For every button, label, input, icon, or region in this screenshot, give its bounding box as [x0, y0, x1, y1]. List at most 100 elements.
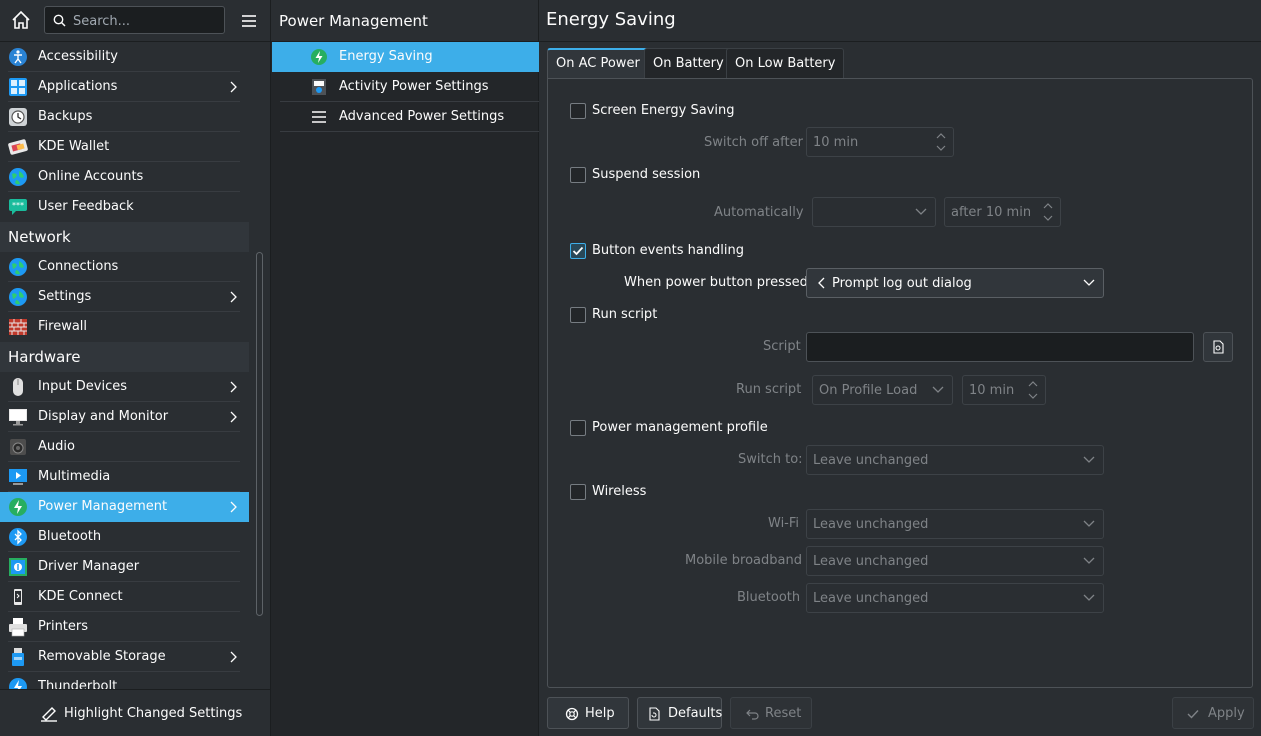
browse-script-button[interactable]	[1203, 332, 1233, 362]
sidebar-item-driver-manager[interactable]: Driver Manager	[0, 552, 249, 582]
run-script-trigger-dropdown[interactable]: On Profile Load	[812, 375, 953, 405]
search-field[interactable]	[44, 6, 225, 34]
sidebar-item-user-feedback[interactable]: *** User Feedback	[0, 192, 249, 222]
run-script-time-spinbox[interactable]: 10 min	[962, 375, 1046, 405]
subcategory-item-energy-saving[interactable]: Energy Saving	[272, 42, 539, 72]
help-button-label: Help	[585, 706, 615, 721]
sidebar-category-list: Accessibility Applications Backups KDE W…	[0, 42, 249, 689]
sidebar-item-kde-wallet[interactable]: KDE Wallet	[0, 132, 249, 162]
chevron-down-icon	[1083, 456, 1095, 463]
suspend-action-dropdown[interactable]	[812, 197, 936, 227]
sidebar-item-printers[interactable]: Printers	[0, 612, 249, 642]
sidebar-item-input-devices[interactable]: Input Devices	[0, 372, 249, 402]
checkmark-icon	[1187, 710, 1199, 719]
sidebar-item-firewall[interactable]: Firewall	[0, 312, 249, 342]
multimedia-icon	[9, 469, 27, 485]
script-path-input[interactable]	[806, 332, 1194, 362]
sidebar-item-network-settings[interactable]: Settings	[0, 282, 249, 312]
switch-off-after-label: Switch off after	[704, 135, 803, 150]
chevron-right-icon	[230, 501, 237, 513]
wireless-label: Wireless	[592, 484, 647, 499]
sidebar-item-display-and-monitor[interactable]: Display and Monitor	[0, 402, 249, 432]
sidebar-item-label: Display and Monitor	[38, 409, 169, 424]
power-profile-checkbox[interactable]	[570, 420, 586, 436]
section-header-label: Hardware	[8, 348, 81, 366]
hamburger-menu-button[interactable]	[237, 9, 261, 33]
home-button[interactable]	[8, 7, 34, 33]
power-profile-dropdown[interactable]: Leave unchanged	[806, 445, 1104, 475]
chevron-down-icon	[915, 208, 927, 215]
spinbox-value: after 10 min	[951, 205, 1032, 220]
sidebar-item-applications[interactable]: Applications	[0, 72, 249, 102]
chevron-right-icon	[230, 291, 237, 303]
subcategory-panel: Power Management Energy Saving Activity …	[270, 0, 539, 736]
chevron-left-icon	[818, 277, 825, 289]
sidebar-item-kde-connect[interactable]: KDE Connect	[0, 582, 249, 612]
sidebar-toolbar	[0, 0, 270, 42]
sidebar-item-removable-storage[interactable]: Removable Storage	[0, 642, 249, 672]
sidebar-item-label: Firewall	[38, 319, 88, 334]
apply-button[interactable]: Apply	[1172, 697, 1254, 729]
defaults-button[interactable]: Defaults	[637, 697, 722, 729]
switch-off-after-spinbox[interactable]: 10 min	[806, 127, 954, 157]
sidebar-item-bluetooth[interactable]: Bluetooth	[0, 522, 249, 552]
suspend-after-spinbox[interactable]: after 10 min	[944, 197, 1061, 227]
sidebar-item-label: Settings	[38, 289, 92, 304]
wallet-icon	[8, 139, 28, 155]
sidebar-scrollbar[interactable]	[256, 252, 263, 616]
hamburger-icon	[312, 111, 326, 123]
tab-content: Screen Energy Saving Switch off after 10…	[547, 78, 1253, 688]
search-input[interactable]	[71, 9, 225, 33]
printer-icon	[9, 618, 27, 637]
highlight-changed-settings-button[interactable]: Highlight Changed Settings	[0, 689, 270, 736]
usb-icon	[12, 648, 24, 666]
sidebar-item-thunderbolt[interactable]: Thunderbolt	[0, 672, 249, 689]
divider	[280, 131, 539, 132]
apply-button-label: Apply	[1208, 706, 1245, 721]
user-feedback-icon: ***	[9, 199, 27, 215]
driver-icon	[9, 558, 27, 576]
sidebar-item-online-accounts[interactable]: Online Accounts	[0, 162, 249, 192]
sidebar-item-accessibility[interactable]: Accessibility	[0, 42, 249, 72]
help-button[interactable]: Help	[547, 697, 629, 729]
tab-label: On Low Battery	[735, 56, 836, 71]
button-events-checkbox[interactable]	[570, 243, 586, 259]
hamburger-icon	[242, 15, 256, 27]
sidebar-item-connections[interactable]: Connections	[0, 252, 249, 282]
sidebar-item-label: Printers	[38, 619, 89, 634]
globe-icon	[9, 288, 27, 306]
sidebar-item-audio[interactable]: Audio	[0, 432, 249, 462]
globe-icon	[9, 258, 27, 276]
suspend-session-checkbox[interactable]	[570, 167, 586, 183]
tab-on-ac-power[interactable]: On AC Power	[547, 48, 649, 78]
sidebar-item-backups[interactable]: Backups	[0, 102, 249, 132]
subcategory-item-advanced-power-settings[interactable]: Advanced Power Settings	[272, 102, 539, 132]
reset-button[interactable]: Reset	[730, 697, 812, 729]
screen-energy-saving-checkbox[interactable]	[570, 103, 586, 119]
dropdown-value: Prompt log out dialog	[832, 276, 972, 291]
subcategory-item-activity-power-settings[interactable]: Activity Power Settings	[272, 72, 539, 102]
wifi-dropdown[interactable]: Leave unchanged	[806, 509, 1104, 539]
dropdown-value: Leave unchanged	[813, 517, 929, 532]
power-profile-label: Power management profile	[592, 420, 768, 435]
chevron-right-icon	[230, 651, 237, 663]
speaker-icon	[10, 439, 26, 455]
dropdown-value: On Profile Load	[819, 383, 918, 398]
mobile-broadband-dropdown[interactable]: Leave unchanged	[806, 546, 1104, 576]
tab-on-low-battery[interactable]: On Low Battery	[726, 48, 845, 78]
sidebar-item-multimedia[interactable]: Multimedia	[0, 462, 249, 492]
run-script-checkbox[interactable]	[570, 307, 586, 323]
sidebar-item-label: Bluetooth	[38, 529, 102, 544]
power-button-action-dropdown[interactable]: Prompt log out dialog	[806, 268, 1104, 298]
bluetooth-dropdown[interactable]: Leave unchanged	[806, 583, 1104, 613]
sidebar-item-power-management[interactable]: Power Management	[0, 492, 249, 522]
sidebar-item-label: Removable Storage	[38, 649, 166, 664]
reset-button-label: Reset	[765, 706, 802, 721]
subcategory-label: Activity Power Settings	[339, 79, 489, 94]
tab-on-battery[interactable]: On Battery	[644, 48, 733, 78]
button-events-label: Button events handling	[592, 243, 745, 258]
wireless-checkbox[interactable]	[570, 484, 586, 500]
sidebar-item-label: KDE Wallet	[38, 139, 110, 154]
mobile-broadband-label: Mobile broadband	[685, 553, 802, 568]
page-header: Energy Saving	[539, 0, 1261, 42]
